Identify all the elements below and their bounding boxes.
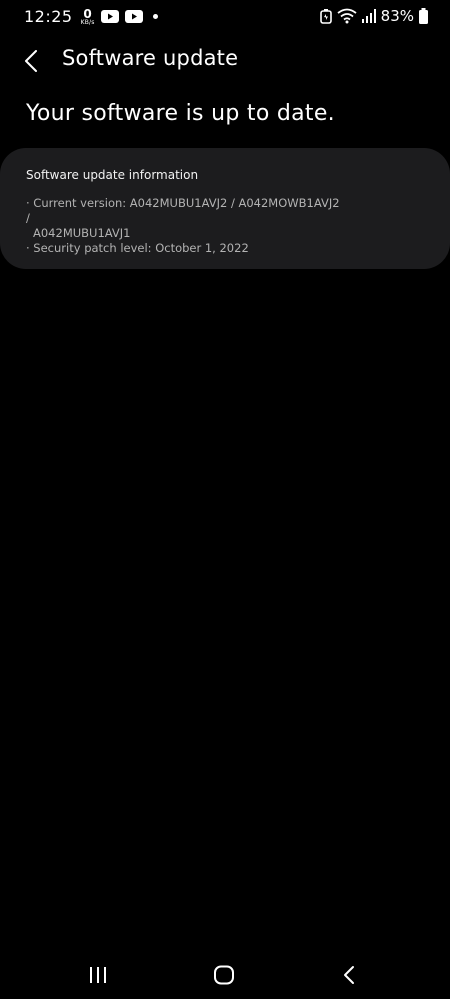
update-status-heading: Your software is up to date. [26, 101, 335, 126]
recents-icon [90, 967, 106, 983]
youtube-icon [124, 10, 143, 23]
notification-dot-icon [152, 14, 158, 19]
back-icon [344, 966, 354, 984]
nav-back-button[interactable] [334, 962, 364, 988]
chevron-left-icon [25, 50, 37, 72]
status-left: 12:25 0 KB/s [24, 7, 158, 26]
back-button[interactable] [14, 44, 48, 78]
network-speed-unit: KB/s [80, 18, 95, 26]
youtube-icon [100, 10, 119, 23]
current-version-line: · Current version: A042MUBU1AVJ2 / A042M… [26, 196, 340, 225]
recents-button[interactable] [83, 962, 113, 988]
network-speed: 0 KB/s [81, 8, 95, 26]
current-version-continued: A042MUBU1AVJ1 [33, 226, 131, 240]
network-speed-value: 0 [83, 6, 92, 21]
signal-icon [361, 9, 376, 23]
security-patch-line: · Security patch level: October 1, 2022 [26, 241, 249, 255]
home-button[interactable] [209, 962, 239, 988]
navigation-bar [0, 952, 450, 996]
status-bar: 12:25 0 KB/s 83% [0, 0, 450, 34]
battery-percent: 83% [380, 7, 414, 25]
home-icon [214, 965, 234, 985]
wifi-icon [337, 8, 357, 24]
software-update-info-card: Software update information · Current ve… [0, 148, 450, 269]
battery-saver-icon [319, 9, 332, 24]
page-title: Software update [62, 46, 239, 70]
clock: 12:25 [24, 7, 73, 26]
info-card-details: · Current version: A042MUBU1AVJ2 / A042M… [26, 196, 346, 256]
info-card-title: Software update information [26, 168, 199, 182]
battery-icon [419, 8, 428, 24]
status-right: 83% [319, 7, 428, 25]
